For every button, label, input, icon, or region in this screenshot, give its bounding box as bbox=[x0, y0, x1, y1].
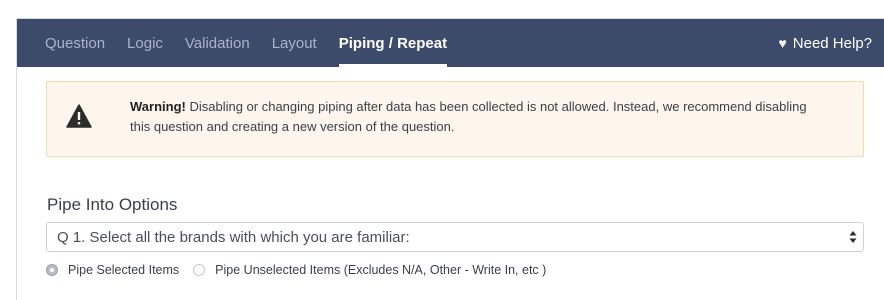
warning-triangle-icon bbox=[66, 104, 92, 128]
warning-text: Disabling or changing piping after data … bbox=[130, 99, 807, 134]
pipe-source-select[interactable]: Q 1. Select all the brands with which yo… bbox=[46, 222, 864, 252]
tab-layout[interactable]: Layout bbox=[272, 19, 317, 67]
pipe-selected-label: Pipe Selected Items bbox=[68, 263, 180, 277]
pipe-mode-options: Pipe Selected Items Pipe Unselected Item… bbox=[46, 263, 560, 277]
pipe-source-value: Q 1. Select all the brands with which yo… bbox=[57, 228, 410, 246]
question-editor-window: Question Logic Validation Layout Piping … bbox=[16, 18, 884, 300]
editor-tab-bar: Question Logic Validation Layout Piping … bbox=[17, 19, 884, 67]
tab-validation[interactable]: Validation bbox=[185, 19, 250, 67]
tab-question[interactable]: Question bbox=[45, 19, 105, 67]
warning-alert: Warning! Disabling or changing piping af… bbox=[46, 81, 864, 157]
select-updown-icon bbox=[849, 231, 857, 243]
pipe-into-options-title: Pipe Into Options bbox=[47, 195, 178, 214]
radio-checked-icon bbox=[46, 264, 58, 276]
tab-logic[interactable]: Logic bbox=[127, 19, 163, 67]
warning-message: Warning! Disabling or changing piping af… bbox=[130, 97, 830, 137]
pipe-unselected-radio[interactable]: Pipe Unselected Items (Excludes N/A, Oth… bbox=[193, 263, 546, 277]
tab-piping-repeat[interactable]: Piping / Repeat bbox=[338, 19, 448, 67]
radio-unchecked-icon bbox=[193, 264, 206, 276]
heart-icon: ♥ bbox=[778, 35, 787, 51]
need-help-button[interactable]: ♥ Need Help? bbox=[778, 19, 872, 67]
pipe-selected-radio[interactable]: Pipe Selected Items bbox=[46, 263, 179, 277]
need-help-label: Need Help? bbox=[792, 34, 872, 52]
warning-strong: Warning! bbox=[130, 99, 186, 114]
pipe-unselected-label: Pipe Unselected Items (Excludes N/A, Oth… bbox=[215, 263, 547, 277]
